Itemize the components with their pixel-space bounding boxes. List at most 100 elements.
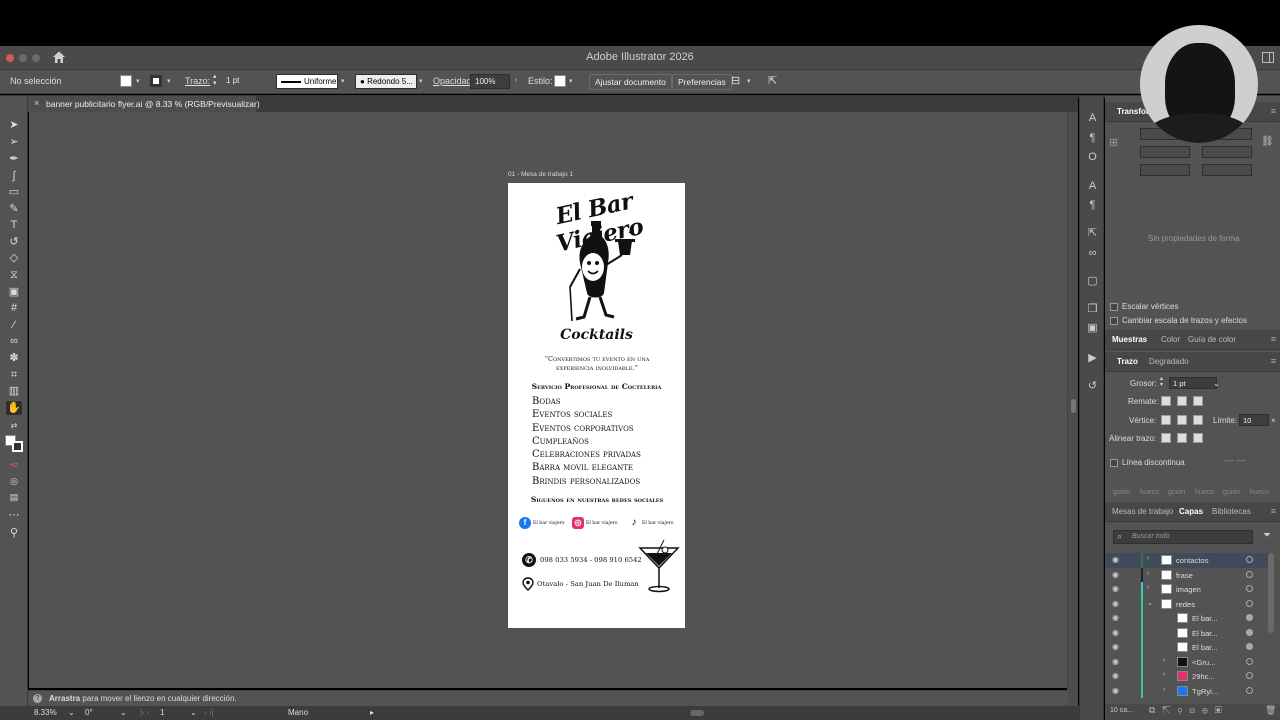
character-styles-icon[interactable]: A <box>1086 180 1099 193</box>
comments-icon[interactable]: ▢ <box>1086 275 1099 288</box>
round-join-button[interactable] <box>1177 415 1187 425</box>
y-field[interactable] <box>1140 146 1190 158</box>
align-outside-button[interactable] <box>1193 433 1203 443</box>
stroke-swatch[interactable] <box>150 75 162 87</box>
help-icon[interactable]: ? <box>33 694 42 703</box>
fill-swatch[interactable] <box>120 75 132 87</box>
layer-name[interactable]: imagen <box>1176 585 1201 594</box>
panel-toggle-icon[interactable] <box>1262 52 1274 63</box>
chevron-down-icon[interactable]: ▾ <box>419 77 423 85</box>
type-tool-icon[interactable]: T <box>6 218 22 232</box>
shear-field[interactable] <box>1202 164 1252 176</box>
reference-point-icon[interactable]: ⊞ <box>1109 136 1118 149</box>
target-icon[interactable] <box>1246 657 1253 665</box>
tab-libraries[interactable]: Bibliotecas <box>1212 507 1251 516</box>
eyedropper-tool-icon[interactable]: ⁄ <box>6 318 22 332</box>
layer-name[interactable]: 29hc... <box>1192 672 1215 681</box>
rotation-field[interactable]: 0° <box>85 708 93 717</box>
horizontal-scroll-thumb[interactable] <box>690 710 704 716</box>
footer-actions-icon[interactable]: ⧉⇱⚲⊟⊕▣ <box>1149 705 1229 716</box>
graphic-styles-icon[interactable]: ▣ <box>1086 322 1099 335</box>
layer-row[interactable]: ◉ › <Gru... <box>1105 654 1270 669</box>
curvature-tool-icon[interactable]: ∫ <box>6 169 22 183</box>
chevron-right-icon[interactable]: › <box>1147 555 1149 562</box>
symbols-icon[interactable]: ❒ <box>1086 303 1099 316</box>
status-menu-icon[interactable]: ▸ <box>370 708 374 717</box>
visibility-eye-icon[interactable]: ◉ <box>1112 555 1119 564</box>
panel-menu-icon[interactable]: ≡ <box>1271 334 1276 344</box>
layer-row[interactable]: ◉ › frase <box>1105 567 1270 582</box>
layer-name[interactable]: El bar... <box>1192 643 1218 652</box>
tab-gradient[interactable]: Degradado <box>1149 357 1189 366</box>
close-x-icon[interactable]: × <box>1271 416 1276 425</box>
layer-row[interactable]: ◉ El bar... <box>1105 611 1270 626</box>
stroke-stepper-icon[interactable]: ▴ ▾ <box>213 73 217 87</box>
dash-preset-icon[interactable]: ⌐⌐ ⌐⌐ <box>1225 456 1246 465</box>
panel-menu-icon[interactable]: ≡ <box>1271 106 1276 116</box>
layer-name[interactable]: <Gru... <box>1192 658 1215 667</box>
preferences-button[interactable]: Preferencias <box>672 74 732 90</box>
chevron-down-icon[interactable]: ▾ <box>747 77 751 85</box>
links-icon[interactable]: ∞ <box>1086 247 1099 260</box>
target-icon[interactable] <box>1246 599 1253 607</box>
chevron-right-icon[interactable]: › <box>1147 570 1149 577</box>
style-swatch[interactable] <box>554 75 566 87</box>
layer-row[interactable]: ◉ › TgRyi... <box>1105 683 1270 698</box>
visibility-eye-icon[interactable]: ◉ <box>1112 570 1119 579</box>
butt-cap-button[interactable] <box>1161 396 1171 406</box>
dashed-line-checkbox[interactable]: Línea discontinua <box>1110 458 1185 467</box>
column-graph-tool-icon[interactable]: ▥ <box>6 384 22 398</box>
swap-colors-icon[interactable]: ⇄ <box>6 419 22 433</box>
target-icon[interactable] <box>1246 570 1253 578</box>
stroke-weight-field[interactable]: 1 pt <box>222 74 268 89</box>
history-icon[interactable]: ↺ <box>1086 380 1099 393</box>
target-icon[interactable] <box>1246 686 1253 694</box>
rectangle-tool-icon[interactable]: ▭ <box>6 185 22 199</box>
symbol-sprayer-tool-icon[interactable]: ✽ <box>6 351 22 365</box>
target-icon[interactable] <box>1246 614 1253 621</box>
layer-name[interactable]: contactos <box>1176 556 1209 565</box>
visibility-eye-icon[interactable]: ◉ <box>1112 584 1119 593</box>
gradient-tool-icon[interactable]: ▣ <box>6 285 22 299</box>
document-tab[interactable]: × banner publicitario flyer.ai @ 8.33 % … <box>28 96 260 112</box>
layers-search[interactable]: ⌕ Buscar todo <box>1113 530 1253 544</box>
actions-icon[interactable]: ▶ <box>1086 352 1099 365</box>
target-icon[interactable] <box>1246 672 1253 679</box>
layers-scrollbar[interactable] <box>1268 553 1274 633</box>
align-center-button[interactable] <box>1161 433 1171 443</box>
align-inside-button[interactable] <box>1177 433 1187 443</box>
artboard-prev-icon[interactable]: |‹ ‹ <box>140 708 150 717</box>
export-icon[interactable]: ⇱ <box>768 74 777 87</box>
scale-corners-checkbox[interactable]: Escalar vértices <box>1110 302 1178 311</box>
visibility-eye-icon[interactable]: ◉ <box>1112 686 1119 695</box>
artboard-tool-icon[interactable]: ⌗ <box>6 368 22 382</box>
visibility-eye-icon[interactable]: ◉ <box>1112 657 1119 666</box>
scrollbar-thumb[interactable] <box>1071 399 1076 413</box>
tab-color-guide[interactable]: Guía de color <box>1188 335 1236 344</box>
chevron-right-icon[interactable]: › <box>1163 686 1165 693</box>
chevron-right-icon[interactable]: › <box>1163 657 1165 664</box>
chevron-down-icon[interactable]: ▾ <box>569 77 573 85</box>
chevron-right-icon[interactable]: › <box>1163 671 1165 678</box>
layer-row[interactable]: ◉ › 29hc... <box>1105 669 1270 684</box>
export-assets-icon[interactable]: ⇱ <box>1086 227 1099 240</box>
pen-tool-icon[interactable]: ✒ <box>6 152 22 166</box>
width-tool-icon[interactable]: ⧖ <box>6 268 22 282</box>
eraser-tool-icon[interactable]: ◇ <box>6 251 22 265</box>
layer-row[interactable]: ◉ ⌄ redes <box>1105 596 1270 611</box>
layer-row[interactable]: ◉ › contactos <box>1105 553 1270 568</box>
delete-layer-icon[interactable]: 🗑 <box>1265 705 1276 716</box>
paragraph-styles-icon[interactable]: ¶ <box>1086 199 1099 212</box>
zoom-level[interactable]: 8.33% <box>34 708 57 717</box>
visibility-eye-icon[interactable]: ◉ <box>1112 628 1119 637</box>
paragraph-icon[interactable]: ¶ <box>1086 132 1099 145</box>
layer-name[interactable]: El bar... <box>1192 614 1218 623</box>
chevron-right-icon[interactable]: › <box>515 77 517 84</box>
constrain-link-icon[interactable]: ⛓ <box>1261 136 1274 147</box>
rotate-field[interactable] <box>1140 164 1190 176</box>
blend-tool-icon[interactable]: ∞ <box>6 334 22 348</box>
tab-layers[interactable]: Capas <box>1179 507 1203 516</box>
paintbrush-tool-icon[interactable]: ✎ <box>6 202 22 216</box>
limit-field[interactable]: 10 <box>1239 414 1269 426</box>
height-field[interactable] <box>1202 146 1252 158</box>
